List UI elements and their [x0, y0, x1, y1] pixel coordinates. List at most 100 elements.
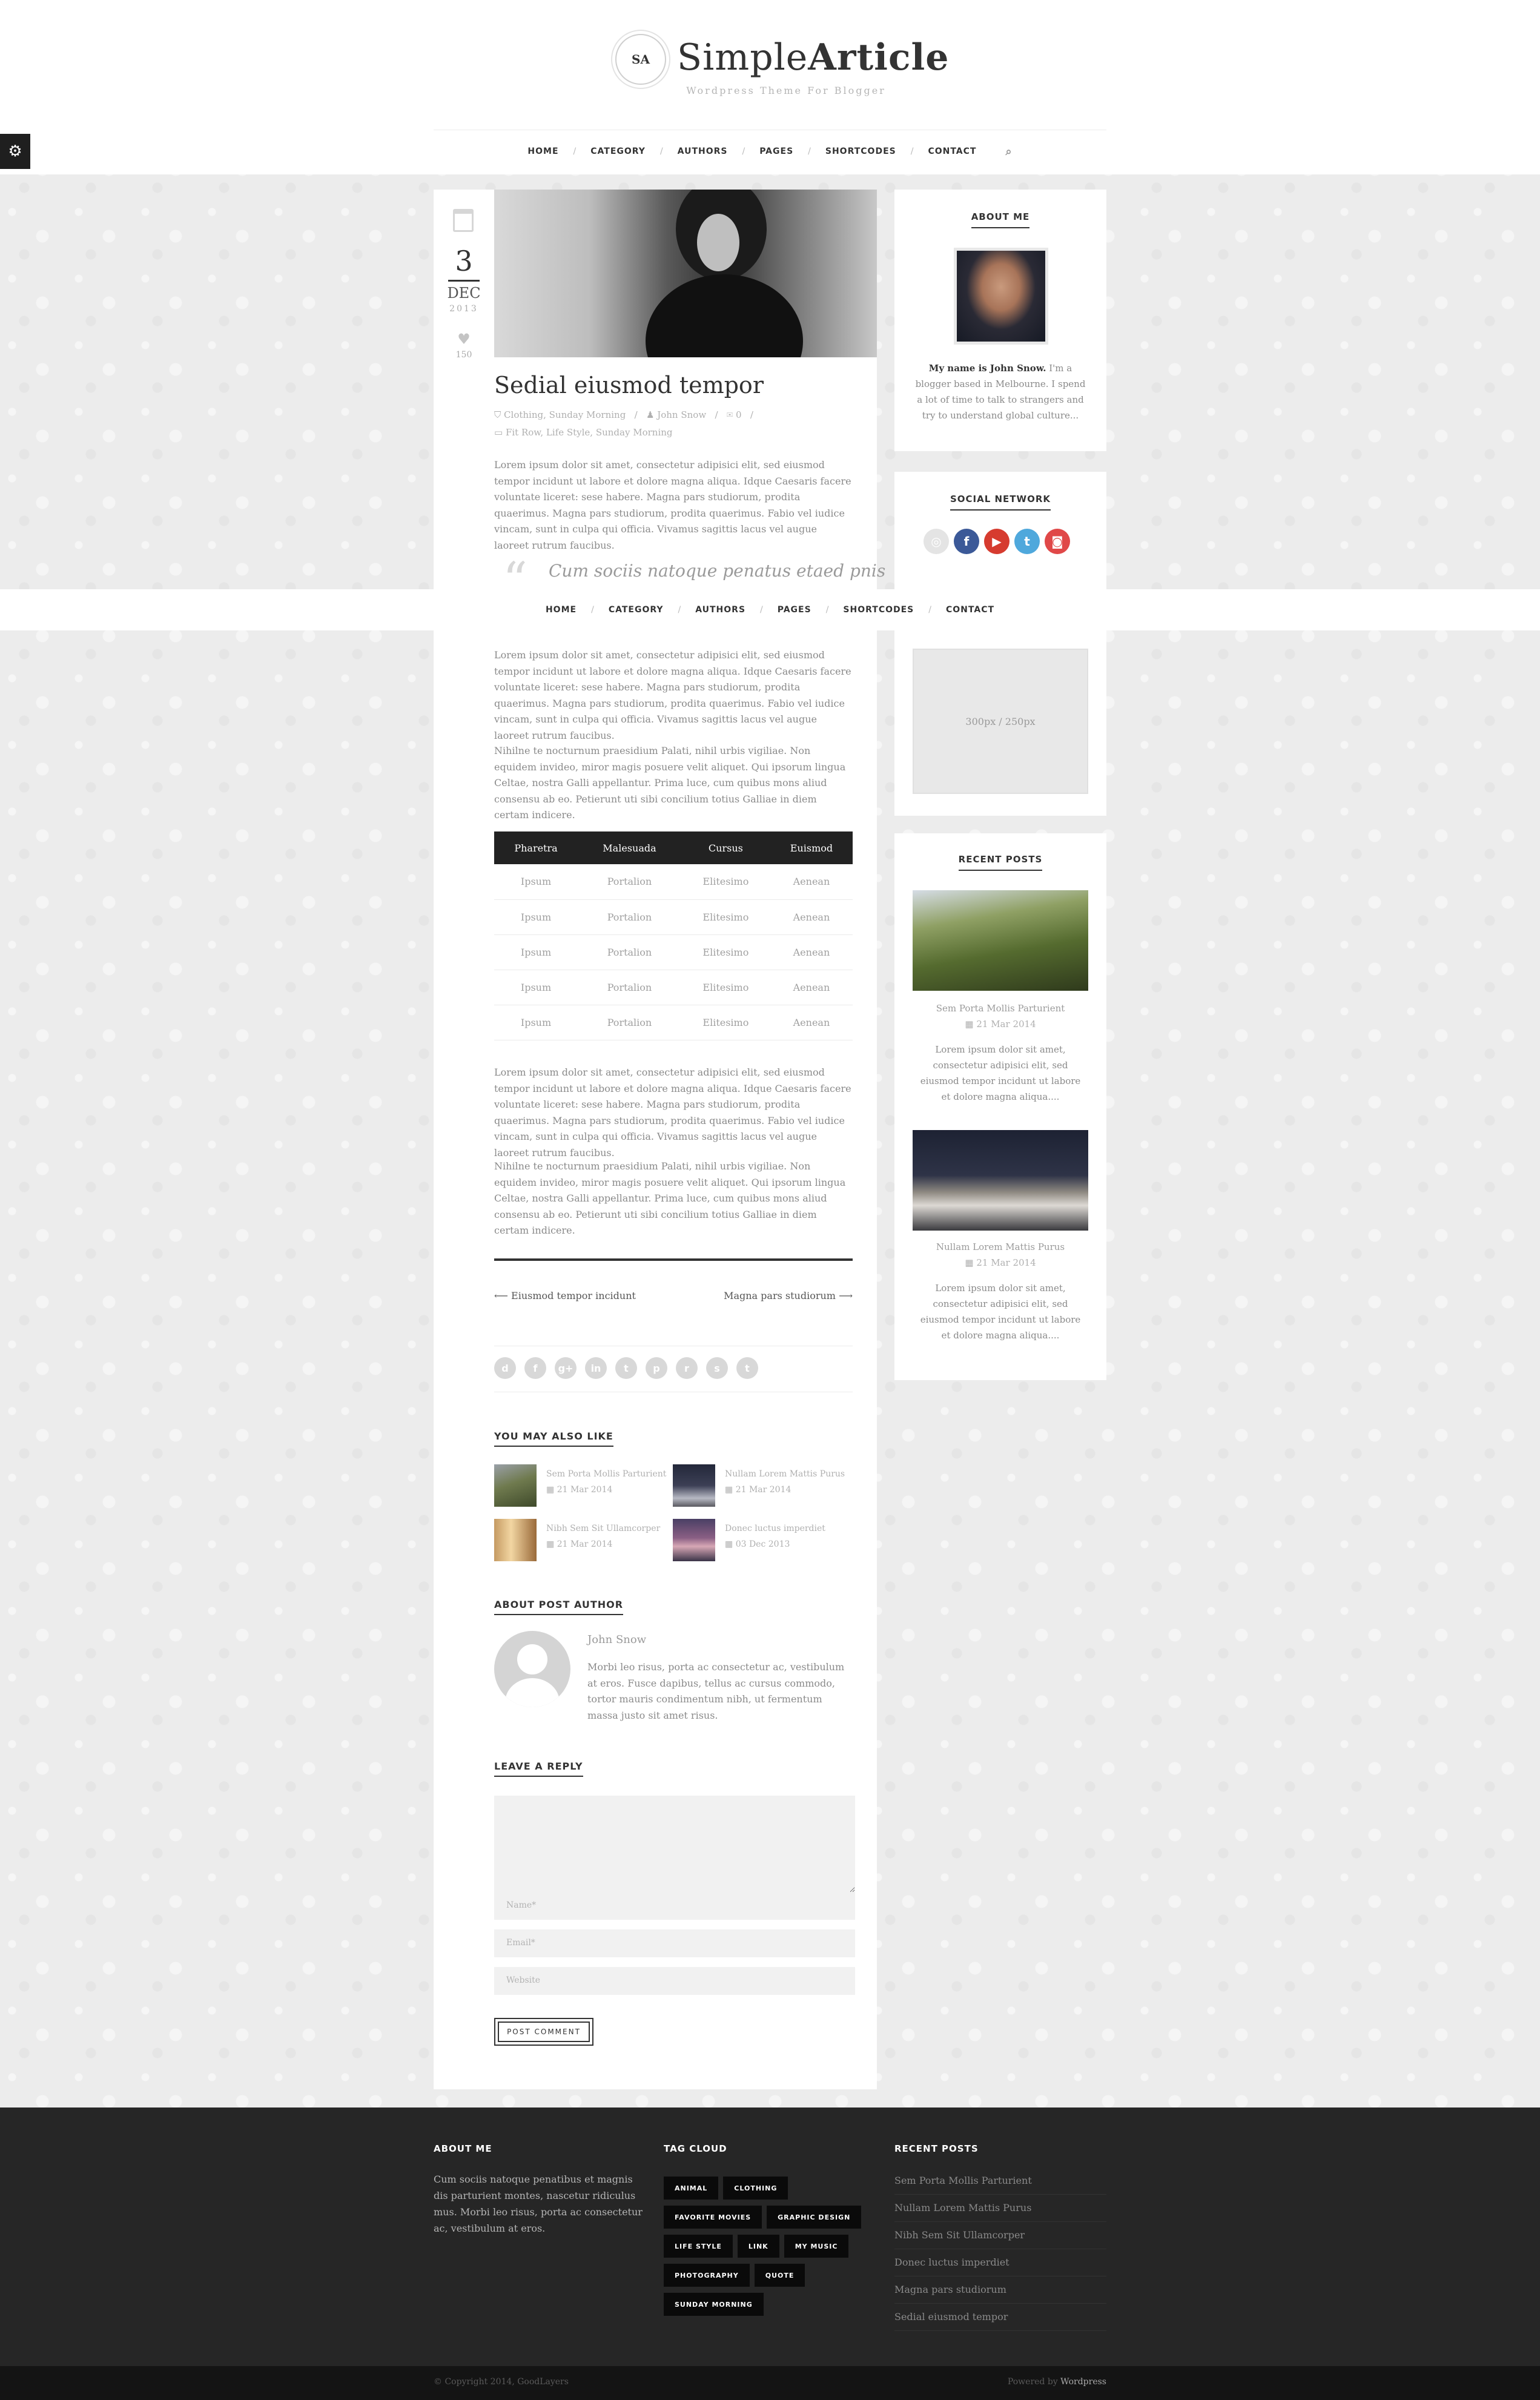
- post-tags[interactable]: Fit Row, Life Style, Sunday Morning: [506, 427, 673, 438]
- facebook-icon[interactable]: f: [524, 1357, 546, 1379]
- date-divider: [448, 280, 480, 282]
- nav-item-shortcodes[interactable]: SHORTCODES: [811, 147, 911, 156]
- related-thumbnail[interactable]: [673, 1464, 715, 1507]
- twitter-icon[interactable]: t: [1014, 529, 1040, 554]
- instagram-icon[interactable]: ◙: [1045, 529, 1070, 554]
- nav-item-contact[interactable]: CONTACT: [913, 147, 991, 156]
- recent-post-title[interactable]: Sem Porta Mollis Parturient: [894, 1003, 1106, 1014]
- post-end-divider: [494, 1258, 853, 1261]
- nav-item-contact[interactable]: CONTACT: [931, 605, 1009, 615]
- footer-recent-link[interactable]: Sedial eiusmod tempor: [894, 2304, 1106, 2331]
- pinterest-icon[interactable]: p: [646, 1357, 667, 1379]
- website-field[interactable]: Website: [494, 1967, 855, 1995]
- table-cell: Elitesimo: [681, 934, 770, 970]
- twitter-icon[interactable]: t: [736, 1357, 758, 1379]
- post-author[interactable]: John Snow: [657, 409, 706, 420]
- table-cell: Aenean: [770, 934, 853, 970]
- widget-title-wrap: RECENT POSTS: [894, 854, 1106, 871]
- recent-post-excerpt: Lorem ipsum dolor sit amet, consectetur …: [920, 1044, 1081, 1102]
- nav-item-home[interactable]: HOME: [531, 605, 591, 615]
- related-post[interactable]: Sem Porta Mollis Parturient ▦ 21 Mar 201…: [494, 1464, 673, 1513]
- related-date-text: 03 Dec 2013: [735, 1539, 790, 1549]
- search-icon[interactable]: ⌕: [991, 145, 1026, 158]
- ad-placeholder[interactable]: 300px / 250px: [913, 649, 1088, 794]
- delicious-icon[interactable]: d: [494, 1357, 516, 1379]
- about-me-widget: ABOUT ME My name is John Snow. I'm a blo…: [894, 190, 1106, 451]
- recent-posts-widget: RECENT POSTS Sem Porta Mollis Parturient…: [894, 833, 1106, 1380]
- related-thumbnail[interactable]: [494, 1519, 537, 1561]
- google-plus-icon[interactable]: g+: [555, 1357, 577, 1379]
- post-featured-image[interactable]: [494, 190, 877, 357]
- nav-item-shortcodes[interactable]: SHORTCODES: [828, 605, 928, 615]
- post-title[interactable]: Sedial eiusmod tempor: [494, 372, 764, 398]
- nav-item-category[interactable]: CATEGORY: [576, 147, 660, 156]
- nav-item-pages[interactable]: PAGES: [763, 605, 826, 615]
- table-header-cell: Pharetra: [494, 831, 578, 864]
- tag-clothing[interactable]: CLOTHING: [723, 2177, 788, 2200]
- tag-life-style[interactable]: LIFE STYLE: [664, 2235, 733, 2258]
- site-title[interactable]: SimpleArticle: [677, 36, 949, 79]
- post-comment-count[interactable]: 0: [736, 409, 742, 420]
- related-title[interactable]: Donec luctus imperdiet: [725, 1524, 825, 1533]
- powered-link[interactable]: Wordpress: [1060, 2377, 1106, 2387]
- nav-item-pages[interactable]: PAGES: [745, 147, 808, 156]
- related-post[interactable]: Nibh Sem Sit Ullamcorper ▦ 21 Mar 2014: [494, 1519, 673, 1567]
- tag-quote[interactable]: QUOTE: [754, 2264, 805, 2287]
- related-post[interactable]: Nullam Lorem Mattis Purus ▦ 21 Mar 2014: [673, 1464, 851, 1513]
- youtube-icon[interactable]: ▶: [984, 529, 1010, 554]
- post-comment-button[interactable]: POST COMMENT: [494, 2018, 593, 2046]
- related-title[interactable]: Nullam Lorem Mattis Purus: [725, 1469, 845, 1479]
- nav-item-authors[interactable]: AUTHORS: [663, 147, 742, 156]
- nav-item-category[interactable]: CATEGORY: [594, 605, 678, 615]
- comment-icon: ✉: [726, 409, 733, 420]
- previous-post-link[interactable]: ⟵ Eiusmod tempor incidunt: [494, 1290, 636, 1301]
- recent-post-title[interactable]: Nullam Lorem Mattis Purus: [894, 1241, 1106, 1252]
- ad-widget: 300px / 250px: [894, 630, 1106, 816]
- dribbble-icon[interactable]: ◎: [924, 529, 949, 554]
- recent-post-image[interactable]: [913, 1130, 1088, 1231]
- comment-textarea[interactable]: [494, 1796, 855, 1893]
- table-cell: Portalion: [578, 970, 681, 1005]
- sticky-navigation: HOME / CATEGORY / AUTHORS / PAGES / SHORTCODES / C…: [0, 589, 1540, 630]
- tag-animal[interactable]: ANIMAL: [664, 2177, 719, 2200]
- tumblr-icon[interactable]: t: [615, 1357, 637, 1379]
- footer-recent-link[interactable]: Sem Porta Mollis Parturient: [894, 2167, 1106, 2195]
- author-name[interactable]: John Snow: [587, 1633, 646, 1646]
- footer-recent-link[interactable]: Nullam Lorem Mattis Purus: [894, 2195, 1106, 2222]
- email-field[interactable]: Email*: [494, 1929, 855, 1957]
- post-date-year: 2013: [449, 304, 478, 314]
- reddit-icon[interactable]: r: [676, 1357, 698, 1379]
- recent-post-image[interactable]: [913, 890, 1088, 991]
- related-post[interactable]: Donec luctus imperdiet ▦ 03 Dec 2013: [673, 1519, 851, 1567]
- footer-recent-link[interactable]: Magna pars studiorum: [894, 2276, 1106, 2304]
- tag-sunday-morning[interactable]: SUNDAY MORNING: [664, 2293, 764, 2316]
- footer-recent-link[interactable]: Donec luctus imperdiet: [894, 2249, 1106, 2276]
- tag-favorite-movies[interactable]: FAVORITE MOVIES: [664, 2206, 762, 2229]
- name-field[interactable]: Name*: [494, 1892, 855, 1920]
- related-thumbnail[interactable]: [494, 1464, 537, 1507]
- footer-recent-link[interactable]: Nibh Sem Sit Ullamcorper: [894, 2222, 1106, 2249]
- linkedin-icon[interactable]: in: [585, 1357, 607, 1379]
- nav-item-home[interactable]: HOME: [513, 147, 573, 156]
- table-cell: Ipsum: [494, 899, 578, 935]
- related-title[interactable]: Sem Porta Mollis Parturient: [546, 1469, 666, 1479]
- heart-icon[interactable]: ♥: [434, 331, 494, 348]
- table-cell: Aenean: [770, 864, 853, 900]
- gears-icon[interactable]: ⚙: [0, 134, 30, 169]
- related-thumbnail[interactable]: [673, 1519, 715, 1561]
- stumbleupon-icon[interactable]: s: [706, 1357, 728, 1379]
- nav-item-authors[interactable]: AUTHORS: [681, 605, 760, 615]
- tag-link[interactable]: LINK: [737, 2235, 779, 2258]
- widget-title: SOCIAL NETWORK: [950, 494, 1051, 511]
- tag-photography[interactable]: PHOTOGRAPHY: [664, 2264, 750, 2287]
- tag-graphic-design[interactable]: GRAPHIC DESIGN: [767, 2206, 862, 2229]
- related-title[interactable]: Nibh Sem Sit Ullamcorper: [546, 1524, 660, 1533]
- related-date-text: 21 Mar 2014: [557, 1539, 613, 1549]
- next-post-link[interactable]: Magna pars studiorum ⟶: [695, 1290, 853, 1301]
- logo-monogram[interactable]: SA: [615, 34, 666, 85]
- post-categories[interactable]: Clothing, Sunday Morning: [504, 409, 626, 420]
- facebook-icon[interactable]: f: [954, 529, 979, 554]
- tag-my-music[interactable]: MY MUSIC: [784, 2235, 849, 2258]
- table-row: Ipsum Portalion Elitesimo Aenean: [494, 934, 853, 970]
- widget-title-wrap: SOCIAL NETWORK: [894, 494, 1106, 511]
